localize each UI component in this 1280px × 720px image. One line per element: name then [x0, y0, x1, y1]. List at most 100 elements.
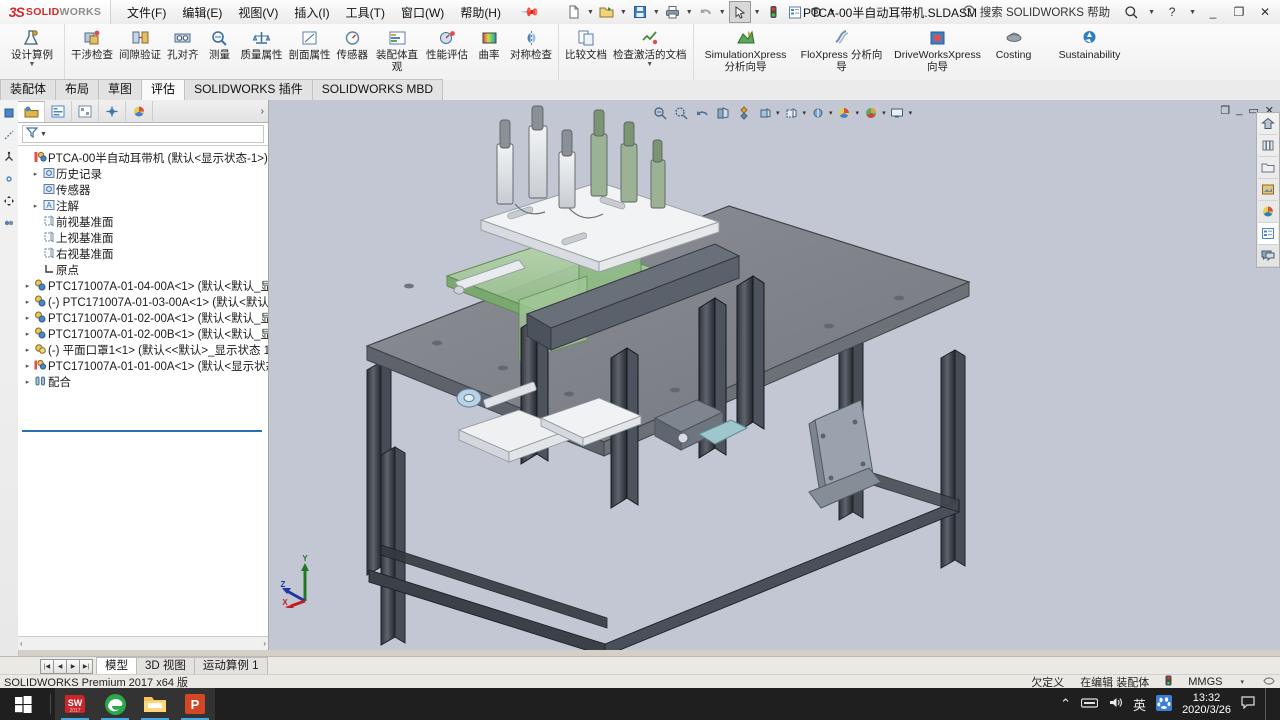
tree-arrow[interactable]: ▸	[22, 362, 33, 370]
ribbon-interference-detection[interactable]: 干涉检查	[68, 24, 116, 62]
ribbon-measure[interactable]: 测量	[202, 24, 238, 62]
print-caret[interactable]: ▼	[686, 9, 693, 16]
ribbon-sensor[interactable]: 传感器	[334, 24, 372, 62]
tree-item-history[interactable]: ▸ 历史记录	[18, 166, 268, 182]
save-caret[interactable]: ▼	[653, 9, 660, 16]
tray-volume-icon[interactable]	[1108, 696, 1123, 712]
tab-nav-first[interactable]: |◀	[40, 658, 54, 674]
scroll-right-arrow[interactable]: ›	[263, 639, 266, 648]
open-document-icon[interactable]	[597, 2, 617, 22]
menu-item-help[interactable]: 帮助(H)	[452, 1, 509, 24]
tree-component-04-00a[interactable]: ▸ PTC171007A-01-04-00A<1> (默认<默认_显示	[18, 278, 268, 294]
new-document-icon[interactable]	[564, 2, 584, 22]
taskbar-powerpoint[interactable]: P	[175, 688, 215, 720]
document-restore-icon[interactable]: ❐	[1220, 104, 1230, 117]
tree-item-right-plane[interactable]: 右视基准面	[18, 246, 268, 262]
tab-solidworks-addins[interactable]: SOLIDWORKS 插件	[184, 79, 313, 100]
assembly-feature-icon[interactable]	[2, 106, 16, 120]
minimize-button[interactable]: _	[1202, 2, 1224, 22]
taskbar-file-explorer[interactable]	[135, 688, 175, 720]
taskbar-edge-browser[interactable]	[95, 688, 135, 720]
smart-fasteners-icon[interactable]	[2, 128, 16, 142]
tab-sketch[interactable]: 草图	[98, 79, 143, 100]
bottom-tab-3d-views[interactable]: 3D 视图	[136, 657, 195, 675]
start-button[interactable]	[0, 688, 46, 720]
move-component-icon[interactable]	[2, 194, 16, 208]
check-active-document-dropdown-icon[interactable]: ▼	[646, 61, 653, 68]
ribbon-assembly-visualization[interactable]: 装配体直观	[371, 24, 423, 73]
tree-component-02-00a[interactable]: ▸ PTC171007A-01-02-00A<1> (默认<默认_显示	[18, 310, 268, 326]
tree-arrow[interactable]: ▸	[22, 282, 33, 290]
assembly-3d-model[interactable]	[269, 100, 1280, 650]
file-properties-icon[interactable]	[785, 2, 805, 22]
menu-item-insert[interactable]: 插入(I)	[286, 1, 337, 24]
previous-view-icon[interactable]	[692, 104, 711, 122]
tree-part-mask[interactable]: ▸ (-) 平面口罩1<1> (默认<<默认>_显示状态 1>)	[18, 342, 268, 358]
ribbon-sustainability[interactable]: Sustainability	[1041, 24, 1139, 62]
tab-layout[interactable]: 布局	[55, 79, 100, 100]
tab-solidworks-mbd[interactable]: SOLIDWORKS MBD	[311, 79, 444, 100]
tab-nav-next[interactable]: ▶	[66, 658, 80, 674]
tree-arrow[interactable]: ▸	[30, 202, 41, 210]
tree-item-top-plane[interactable]: 上视基准面	[18, 230, 268, 246]
tray-keyboard-icon[interactable]	[1080, 697, 1099, 712]
view-settings-icon[interactable]	[861, 104, 880, 122]
display-style-icon[interactable]	[755, 104, 774, 122]
tree-item-annotations[interactable]: ▸ A 注解	[18, 198, 268, 214]
exploded-view-icon[interactable]	[2, 150, 16, 164]
document-minimize-icon[interactable]: _	[1236, 104, 1242, 117]
ribbon-check-active-document[interactable]: 检查激活的文档 ▼	[610, 24, 690, 68]
tree-arrow[interactable]: ▸	[22, 346, 33, 354]
ribbon-driveworksxpress[interactable]: DriveWorksXpress 向导	[889, 24, 987, 73]
tree-component-03-00a[interactable]: ▸ (-) PTC171007A-01-03-00A<1> (默认<默认_显	[18, 294, 268, 310]
filter-input[interactable]: ▼	[22, 125, 264, 143]
menu-item-view[interactable]: 视图(V)	[230, 1, 286, 24]
scroll-left-arrow[interactable]: ‹	[20, 639, 23, 648]
show-desktop-button[interactable]	[1265, 688, 1274, 720]
display-style-caret[interactable]: ▾	[776, 109, 780, 117]
apply-scene-caret[interactable]: ▾	[856, 109, 860, 117]
filter-caret[interactable]: ▼	[40, 131, 47, 138]
open-document-caret[interactable]: ▼	[620, 9, 627, 16]
search-caret[interactable]: ▼	[1148, 9, 1155, 16]
viewport-layout-icon[interactable]	[888, 104, 907, 122]
tray-action-center-icon[interactable]	[1241, 696, 1255, 712]
select-caret[interactable]: ▼	[754, 9, 761, 16]
tree-component-02-00b[interactable]: ▸ PTC171007A-01-02-00B<1> (默认<默认_显示	[18, 326, 268, 342]
configuration-manager-tab[interactable]	[72, 101, 99, 121]
solidworks-resources-icon[interactable]	[1258, 113, 1278, 135]
tab-nav-last[interactable]: ▶|	[79, 658, 93, 674]
tray-chevron-icon[interactable]: ⌃	[1060, 696, 1071, 712]
rebuild-traffic-icon[interactable]	[764, 2, 784, 22]
tree-arrow[interactable]: ▸	[22, 298, 33, 306]
appearances-scenes-icon[interactable]	[1258, 201, 1278, 223]
featuremanager-tree-tab[interactable]	[18, 100, 45, 122]
menu-item-window[interactable]: 窗口(W)	[393, 1, 452, 24]
help-caret[interactable]: ▼	[1189, 9, 1196, 16]
status-units-caret[interactable]: ▾	[1240, 678, 1244, 686]
ribbon-hole-alignment[interactable]: 孔对齐	[164, 24, 202, 62]
solidworks-forum-icon[interactable]	[1258, 245, 1278, 267]
menu-item-tools[interactable]: 工具(T)	[338, 1, 393, 24]
status-overlay-icon[interactable]	[1262, 675, 1276, 689]
hide-show-items-icon[interactable]	[782, 104, 801, 122]
tree-subassembly-01-00a[interactable]: ▸ PTC171007A-01-01-00A<1> (默认<显示状态	[18, 358, 268, 374]
ribbon-section-properties[interactable]: 剖面属性	[286, 24, 334, 62]
undo-caret[interactable]: ▼	[719, 9, 726, 16]
restore-button[interactable]: ❐	[1228, 2, 1250, 22]
help-button[interactable]: ?	[1161, 2, 1183, 22]
menu-item-edit[interactable]: 编辑(E)	[174, 1, 230, 24]
select-cursor-icon[interactable]	[728, 1, 751, 23]
save-icon[interactable]	[630, 2, 650, 22]
view-orientation-icon[interactable]	[734, 104, 753, 122]
custom-properties-icon[interactable]	[1258, 223, 1278, 245]
tree-item-front-plane[interactable]: 前视基准面	[18, 214, 268, 230]
tab-assembly[interactable]: 装配体	[0, 79, 57, 100]
status-units[interactable]: MMGS	[1188, 676, 1222, 688]
print-icon[interactable]	[663, 2, 683, 22]
viewport-layout-caret[interactable]: ▾	[909, 109, 913, 117]
file-explorer-icon[interactable]	[1258, 157, 1278, 179]
tab-nav-prev[interactable]: ◀	[53, 658, 67, 674]
tree-root-assembly[interactable]: PTCA-00半自动耳带机 (默认<显示状态-1>)	[18, 150, 268, 166]
ribbon-compare-documents[interactable]: 比较文档	[562, 24, 610, 62]
